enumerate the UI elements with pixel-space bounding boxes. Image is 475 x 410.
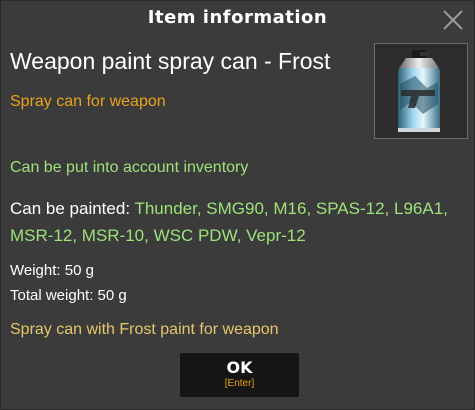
spray-can-icon [398, 50, 440, 132]
total-weight-value: 50 g [97, 287, 127, 304]
paintable-label: Can be painted: [10, 199, 135, 218]
total-weight-row: Total weight: 50 g [10, 287, 127, 304]
paintable-weapons: Can be painted: Thunder, SMG90, M16, SPA… [10, 195, 465, 249]
close-button[interactable] [442, 9, 464, 31]
item-description: Spray can with Frost paint for weapon [10, 321, 279, 338]
ok-button-hint: [Enter] [224, 378, 255, 389]
weight-label: Weight: [10, 262, 65, 279]
close-icon [443, 10, 463, 30]
item-name: Weapon paint spray can - Frost [10, 48, 331, 74]
title-bar: Item information [1, 1, 474, 39]
item-information-dialog: Item information Weapon paint spray can … [0, 0, 475, 410]
weight-row: Weight: 50 g [10, 262, 94, 279]
item-image-frame [374, 43, 468, 139]
item-subtitle: Spray can for weapon [10, 93, 166, 110]
weight-value: 50 g [64, 262, 94, 279]
total-weight-label: Total weight: [10, 287, 98, 304]
ok-button[interactable]: OK [Enter] [180, 353, 299, 397]
ok-button-label: OK [226, 358, 253, 377]
dialog-title: Item information [147, 7, 328, 28]
inventory-note: Can be put into account inventory [10, 159, 249, 176]
